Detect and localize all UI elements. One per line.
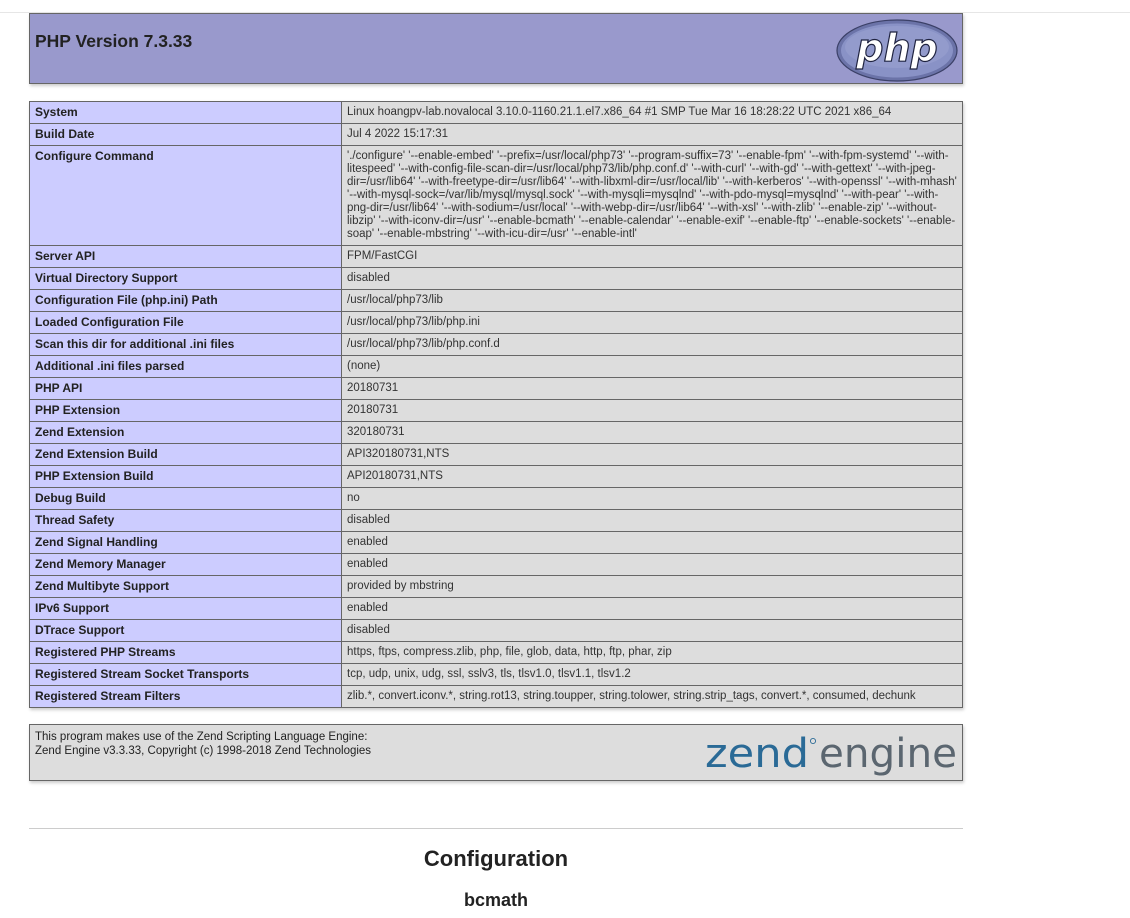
info-value: tcp, udp, unix, udg, ssl, sslv3, tls, tl… xyxy=(341,663,963,686)
info-key: Loaded Configuration File xyxy=(29,311,342,334)
info-key: Additional .ini files parsed xyxy=(29,355,342,378)
browser-top-strip xyxy=(0,0,1130,13)
info-row: Registered Stream Socket Transports tcp, … xyxy=(29,663,963,686)
zend-notice-line-1: This program makes use of the Zend Scrip… xyxy=(35,731,368,743)
info-value: /usr/local/php73/lib xyxy=(341,289,963,312)
info-value: disabled xyxy=(341,509,963,532)
info-key: IPv6 Support xyxy=(29,597,342,620)
info-value: './configure' '--enable-embed' '--prefix… xyxy=(341,145,963,246)
info-value: disabled xyxy=(341,267,963,290)
info-key: System xyxy=(29,101,342,124)
zend-logo-left: zend xyxy=(705,731,809,777)
info-key: Registered PHP Streams xyxy=(29,641,342,664)
info-key: PHP API xyxy=(29,377,342,400)
info-row: DTrace Support disabled xyxy=(29,619,963,642)
info-key: Zend Memory Manager xyxy=(29,553,342,576)
info-value: Linux hoangpv-lab.novalocal 3.10.0-1160.… xyxy=(341,101,963,124)
info-key: Zend Extension xyxy=(29,421,342,444)
info-value: disabled xyxy=(341,619,963,642)
info-row: Registered PHP Streams https, ftps, compr… xyxy=(29,641,963,664)
zend-logo-right: engine xyxy=(819,731,957,777)
zend-notice: This program makes use of the Zend Scrip… xyxy=(35,730,371,758)
configuration-heading: Configuration xyxy=(423,846,569,871)
zend-engine-box: This program makes use of the Zend Scrip… xyxy=(29,724,963,781)
info-key: Zend Multibyte Support xyxy=(29,575,342,598)
zend-engine-logo-icon: zend engine xyxy=(705,731,957,777)
info-row: IPv6 Support enabled xyxy=(29,597,963,620)
info-value: FPM/FastCGI xyxy=(341,245,963,268)
info-row: PHP API 20180731 xyxy=(29,377,963,400)
info-value: provided by mbstring xyxy=(341,575,963,598)
php-logo-icon: php xyxy=(836,19,958,82)
info-value: Jul 4 2022 15:17:31 xyxy=(341,123,963,146)
info-row: Configure Command './configure' '--enable… xyxy=(29,145,963,246)
info-row: Zend Memory Manager enabled xyxy=(29,553,963,576)
info-row: Zend Multibyte Support provided by mbstri… xyxy=(29,575,963,598)
info-key: Zend Signal Handling xyxy=(29,531,342,554)
info-key: Build Date xyxy=(29,123,342,146)
info-key: Scan this dir for additional .ini files xyxy=(29,333,342,356)
info-row: Zend Extension Build API320180731,NTS xyxy=(29,443,963,466)
info-row: Loaded Configuration File/usr/local/php7… xyxy=(29,311,963,334)
info-value: API320180731,NTS xyxy=(341,443,963,466)
module-heading-bcmath: bcmath xyxy=(463,890,528,910)
info-row: Registered Stream Filters zlib.*, convert… xyxy=(29,685,963,708)
info-value: https, ftps, compress.zlib, php, file, g… xyxy=(341,641,963,664)
info-value: (none) xyxy=(341,355,963,378)
info-row: Virtual Directory Support disabled xyxy=(29,267,963,290)
info-row: Zend Signal Handling enabled xyxy=(29,531,963,554)
info-key: Registered Stream Socket Transports xyxy=(29,663,342,686)
info-key: PHP Extension Build xyxy=(29,465,342,488)
info-key: Virtual Directory Support xyxy=(29,267,342,290)
info-row: Debug Build no xyxy=(29,487,963,510)
info-key: DTrace Support xyxy=(29,619,342,642)
info-value: /usr/local/php73/lib/php.conf.d xyxy=(341,333,963,356)
info-row: Additional .ini files parsed (none) xyxy=(29,355,963,378)
info-key: PHP Extension xyxy=(29,399,342,422)
php-logo-text: php xyxy=(855,26,937,70)
info-value: enabled xyxy=(341,531,963,554)
info-row: PHP Extension Build API20180731,NTS xyxy=(29,465,963,488)
info-table: System Linux hoangpv-lab.novalocal 3.10.0… xyxy=(29,101,963,708)
info-row: Zend Extension 320180731 xyxy=(29,421,963,444)
info-value: /usr/local/php73/lib/php.ini xyxy=(341,311,963,334)
info-row: System Linux hoangpv-lab.novalocal 3.10.0… xyxy=(29,101,963,124)
info-value: 20180731 xyxy=(341,399,963,422)
page-title: PHP Version 7.3.33 xyxy=(35,31,193,51)
section-divider xyxy=(29,828,963,829)
zend-notice-line-2: Zend Engine v3.3.33, Copyright (c) 1998-… xyxy=(35,745,372,757)
info-row: Build Date Jul 4 2022 15:17:31 xyxy=(29,123,963,146)
info-value: API20180731,NTS xyxy=(341,465,963,488)
info-value: no xyxy=(341,487,963,510)
info-value: 20180731 xyxy=(341,377,963,400)
info-row: Server API FPM/FastCGI xyxy=(29,245,963,268)
info-key: Configure Command xyxy=(29,145,342,246)
info-row: PHP Extension 20180731 xyxy=(29,399,963,422)
info-row: Configuration File (php.ini) Path/usr/lo… xyxy=(29,289,963,312)
info-key: Registered Stream Filters xyxy=(29,685,342,708)
info-key: Configuration File (php.ini) Path xyxy=(29,289,342,312)
info-value: enabled xyxy=(341,597,963,620)
php-version-header: PHP Version 7.3.33 php xyxy=(29,13,963,84)
info-key: Zend Extension Build xyxy=(29,443,342,466)
info-value: zlib.*, convert.iconv.*, string.rot13, s… xyxy=(341,685,963,708)
phpinfo-container: PHP Version 7.3.33 php System Linux hoang… xyxy=(29,13,963,781)
info-key: Debug Build xyxy=(29,487,342,510)
info-key: Thread Safety xyxy=(29,509,342,532)
info-row: Thread Safety disabled xyxy=(29,509,963,532)
info-key: Server API xyxy=(29,245,342,268)
info-row: Scan this dir for additional .ini files /… xyxy=(29,333,963,356)
info-value: enabled xyxy=(341,553,963,576)
info-value: 320180731 xyxy=(341,421,963,444)
